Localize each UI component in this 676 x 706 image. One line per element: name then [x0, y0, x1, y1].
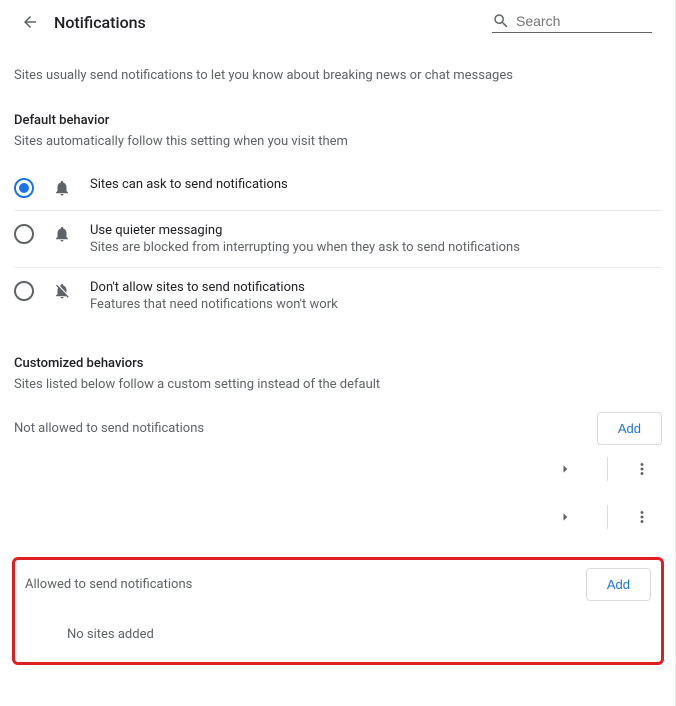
page-title: Notifications — [54, 13, 492, 32]
customized-subtitle: Sites listed below follow a custom setti… — [14, 377, 662, 392]
more-vert-icon — [633, 460, 651, 478]
option-sites-can-ask[interactable]: Sites can ask to send notifications — [14, 165, 662, 211]
expand-button[interactable] — [549, 453, 581, 485]
search-icon — [492, 12, 510, 30]
divider — [607, 457, 608, 481]
more-button[interactable] — [626, 453, 658, 485]
option-description: Sites are blocked from interrupting you … — [90, 240, 662, 255]
default-behavior-subtitle: Sites automatically follow this setting … — [14, 134, 662, 149]
more-vert-icon — [633, 508, 651, 526]
radio-button[interactable] — [14, 281, 34, 301]
add-not-allowed-button[interactable]: Add — [597, 412, 662, 445]
more-button[interactable] — [626, 501, 658, 533]
intro-text: Sites usually send notifications to let … — [14, 68, 662, 83]
customized-title: Customized behaviors — [14, 356, 662, 371]
not-allowed-list — [14, 445, 662, 541]
option-label: Sites can ask to send notifications — [90, 177, 662, 192]
arrow-left-icon — [21, 13, 39, 31]
chevron-right-icon — [556, 460, 574, 478]
option-dont-allow[interactable]: Don't allow sites to send notifications … — [14, 268, 662, 324]
option-quieter-messaging[interactable]: Use quieter messaging Sites are blocked … — [14, 211, 662, 268]
allowed-title: Allowed to send notifications — [25, 577, 192, 592]
option-description: Features that need notifications won't w… — [90, 297, 662, 312]
bell-icon — [52, 224, 72, 244]
bell-off-icon — [52, 281, 72, 301]
allowed-header: Allowed to send notifications Add — [25, 568, 651, 601]
page-header: Notifications — [0, 0, 676, 44]
option-label: Don't allow sites to send notifications — [90, 280, 662, 295]
no-sites-text: No sites added — [67, 627, 651, 642]
back-button[interactable] — [14, 6, 46, 38]
radio-button[interactable] — [14, 224, 34, 244]
expand-button[interactable] — [549, 501, 581, 533]
search-field[interactable] — [492, 12, 652, 33]
site-row — [14, 493, 662, 541]
not-allowed-title: Not allowed to send notifications — [14, 421, 204, 436]
allowed-section-highlight: Allowed to send notifications Add No sit… — [12, 557, 664, 665]
bell-icon — [52, 178, 72, 198]
divider — [607, 505, 608, 529]
site-row — [14, 445, 662, 493]
not-allowed-header: Not allowed to send notifications Add — [14, 412, 662, 445]
search-input[interactable] — [516, 13, 652, 29]
option-label: Use quieter messaging — [90, 223, 662, 238]
chevron-right-icon — [556, 508, 574, 526]
add-allowed-button[interactable]: Add — [586, 568, 651, 601]
radio-button[interactable] — [14, 178, 34, 198]
default-behavior-title: Default behavior — [14, 113, 662, 128]
